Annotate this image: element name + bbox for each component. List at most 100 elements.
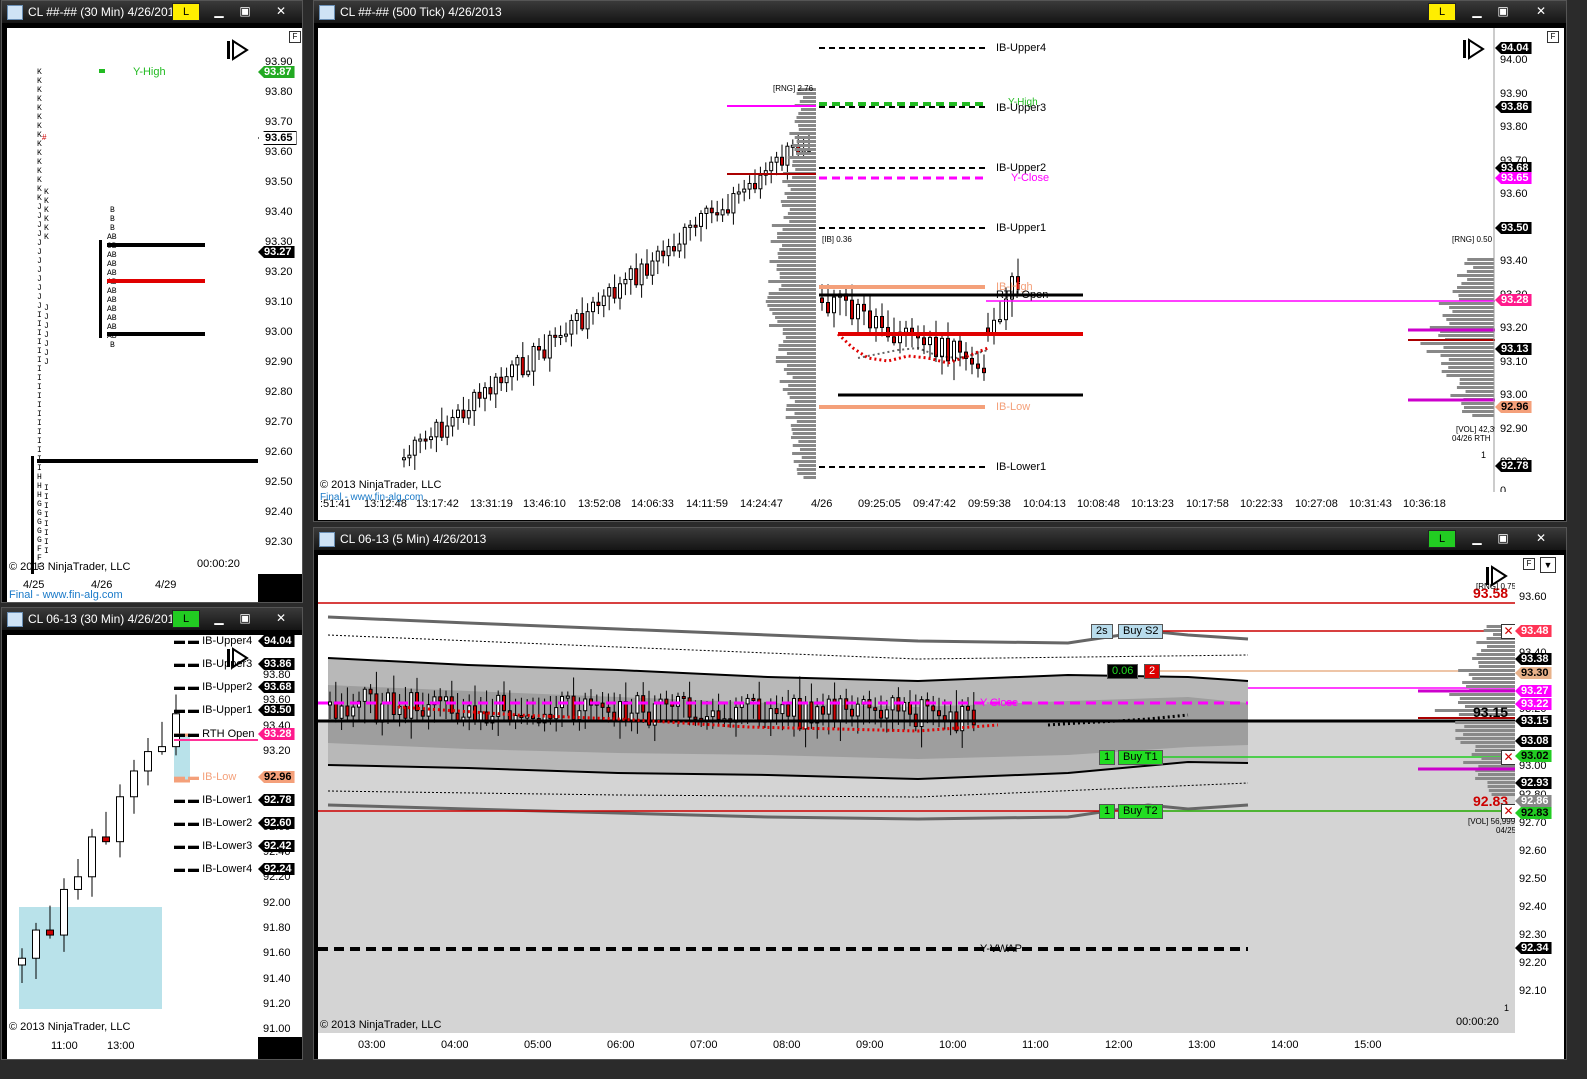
link-badge[interactable]: L: [172, 3, 200, 21]
close-icon[interactable]: ✕: [1528, 3, 1554, 20]
ib-level-label: ▬ ▬ IB-Lower3: [174, 840, 253, 852]
level-rth-open: RTH Open: [996, 289, 1049, 301]
maximize-icon[interactable]: ▣: [1490, 3, 1516, 20]
price-tick: 93.60: [1519, 591, 1547, 603]
order-qty-buy-s2[interactable]: 2s: [1091, 624, 1113, 639]
price-axis[interactable]: F 94.0093.9093.8093.7093.6093.5093.4093.…: [1495, 28, 1564, 497]
candle: [362, 688, 367, 702]
order-buy-s2[interactable]: Buy S2: [1118, 624, 1164, 639]
window-titlebar[interactable]: CL ##-## (500 Tick) 4/26/2013 L ▁ ▣ ✕: [314, 1, 1566, 23]
candle: [455, 712, 460, 721]
price-tick: 93.10: [1500, 355, 1528, 368]
candle: [736, 191, 741, 195]
candle: [493, 376, 498, 395]
minimize-icon[interactable]: ▁: [1464, 3, 1490, 20]
close-icon[interactable]: ✕: [1528, 530, 1554, 547]
tpo-letters-j: JJJJJJJ: [44, 304, 49, 367]
price-axis[interactable]: 93.8093.6093.4093.2093.0092.8092.6092.40…: [258, 635, 302, 1037]
minimize-icon[interactable]: ▁: [1464, 530, 1490, 547]
play-icon[interactable]: [227, 39, 249, 61]
candle: [710, 710, 715, 718]
window-title: CL ##-## (500 Tick) 4/26/2013: [340, 5, 502, 19]
candle: [922, 337, 926, 346]
time-tick: 13:46:10: [523, 498, 566, 510]
maximize-icon[interactable]: ▣: [232, 3, 258, 20]
minimize-icon[interactable]: ▁: [206, 3, 232, 20]
candle: [618, 283, 622, 299]
window-titlebar[interactable]: CL 06-13 (5 Min) 4/26/2013 L ▁ ▣ ✕: [314, 528, 1566, 550]
price-tick: 92.60: [265, 446, 293, 458]
chart-window-06-13-30min[interactable]: CL 06-13 (30 Min) 4/26/2013 L ▁ ▣ ✕ ▬ ▬ …: [1, 607, 303, 1060]
candle: [681, 696, 686, 700]
final-link[interactable]: Final - www.fin-alg.com: [320, 492, 423, 503]
level-ib-upper3: IB-Upper3: [996, 102, 1047, 114]
window-titlebar[interactable]: CL ##-## (30 Min) 4/26/2013 L ▁ ▣ ✕: [2, 1, 302, 23]
price-tick: 92.30: [265, 536, 293, 548]
x-label: 13:00: [107, 1040, 135, 1052]
time-tick: 10:04:13: [1023, 498, 1066, 510]
order-buy-t2[interactable]: Buy T2: [1118, 804, 1163, 819]
chart-plot-area[interactable]: Y-Close Y-VWAP 93.58 93.15 92.83 [RNG] 0…: [318, 555, 1515, 1033]
candle: [774, 156, 779, 163]
candle: [510, 364, 514, 378]
link-badge[interactable]: L: [1428, 3, 1456, 21]
time-tick: 09:47:42: [913, 498, 956, 510]
tpo-letters-i: IIIIIIII: [44, 484, 49, 556]
chart-window-500tick[interactable]: CL ##-## (500 Tick) 4/26/2013 L ▁ ▣ ✕ IB…: [313, 0, 1567, 522]
price-axis[interactable]: F ▼ 93.6093.4093.2093.0092.8092.7092.609…: [1515, 555, 1564, 1033]
cancel-order-icon[interactable]: ✕: [1501, 750, 1515, 765]
ib-level-label: ▬ ▬ IB-Lower1: [174, 794, 253, 806]
candle: [88, 836, 96, 878]
candle: [409, 692, 414, 719]
time-tick: 14:06:33: [631, 498, 674, 510]
chart-window-30min-profile[interactable]: CL ##-## (30 Min) 4/26/2013 L ▁ ▣ ✕ KKKK…: [1, 0, 303, 603]
candle: [612, 287, 617, 299]
f-button[interactable]: F: [289, 31, 301, 43]
link-badge[interactable]: L: [1428, 530, 1456, 548]
cancel-order-icon[interactable]: ✕: [1501, 804, 1515, 819]
price-tag: 92.78: [1495, 460, 1532, 472]
candle: [477, 391, 482, 399]
close-icon[interactable]: ✕: [268, 610, 294, 627]
link-badge[interactable]: L: [172, 610, 200, 628]
session-mid-value: 93.15: [1473, 704, 1509, 720]
maximize-icon[interactable]: ▣: [232, 610, 258, 627]
candle: [574, 313, 579, 321]
f-button[interactable]: F: [1523, 558, 1535, 570]
candle: [726, 209, 730, 214]
play-icon[interactable]: [1463, 38, 1485, 60]
chart-plot-area[interactable]: IB-Upper4 Y-High IB-Upper3 IB-Upper2 Y-C…: [318, 28, 1495, 492]
order-qty-buy-t2[interactable]: 1: [1099, 804, 1116, 819]
time-tick: 12:00: [1105, 1039, 1133, 1051]
maximize-icon[interactable]: ▣: [1490, 530, 1516, 547]
candle: [488, 387, 493, 395]
dropdown-icon[interactable]: ▼: [1540, 557, 1556, 573]
order-qty-buy-t1[interactable]: 1: [1099, 750, 1116, 765]
price-tick: 92.10: [1519, 985, 1547, 997]
price-tick: 91.40: [263, 972, 291, 985]
chart-plot-area[interactable]: ▬ ▬ IB-Upper4 ▬ ▬ IB-Upper3 ▬ ▬ IB-Upper2 ▬…: [7, 635, 258, 1037]
price-tag: 93.08: [1515, 735, 1552, 747]
candle: [745, 697, 750, 705]
window-titlebar[interactable]: CL 06-13 (30 Min) 4/26/2013 L ▁ ▣ ✕: [2, 608, 302, 630]
chart-window-06-13-5min[interactable]: CL 06-13 (5 Min) 4/26/2013 L ▁ ▣ ✕ Y-Clo…: [313, 527, 1567, 1060]
order-buy-t1[interactable]: Buy T1: [1118, 750, 1163, 765]
chart-plot-area[interactable]: KKKKKKKKKKKKKKKJJJJJJJJJJJJIIIIIIIIIIIII…: [7, 28, 258, 574]
close-icon[interactable]: ✕: [268, 3, 294, 20]
level-y-close: Y-Close: [980, 697, 1019, 709]
final-link[interactable]: Final - www.fin-alg.com: [9, 589, 123, 601]
f-button[interactable]: F: [1547, 31, 1559, 43]
ib-level-label: ▬ ▬ IB-Upper1: [174, 704, 253, 716]
time-axis: 4/25 4/26 4/29 Final - www.fin-alg.com: [7, 574, 258, 602]
candle: [439, 421, 444, 438]
cancel-order-icon[interactable]: ✕: [1501, 624, 1515, 639]
price-tag: 92.34: [1515, 942, 1552, 954]
minimize-icon[interactable]: ▁: [206, 610, 232, 627]
tpo-letters-ab: BBBABOBABABABABABABABABABABB: [107, 206, 117, 350]
timer: 00:00:20: [1456, 1016, 1499, 1028]
candle: [60, 888, 68, 936]
price-axis[interactable]: F 93.90 93.80 93.70 93.60 93.50 93.40 93.30 93.…: [258, 28, 302, 574]
candle: [758, 174, 763, 190]
price-tick: 91.20: [263, 997, 291, 1010]
candle: [820, 297, 824, 303]
